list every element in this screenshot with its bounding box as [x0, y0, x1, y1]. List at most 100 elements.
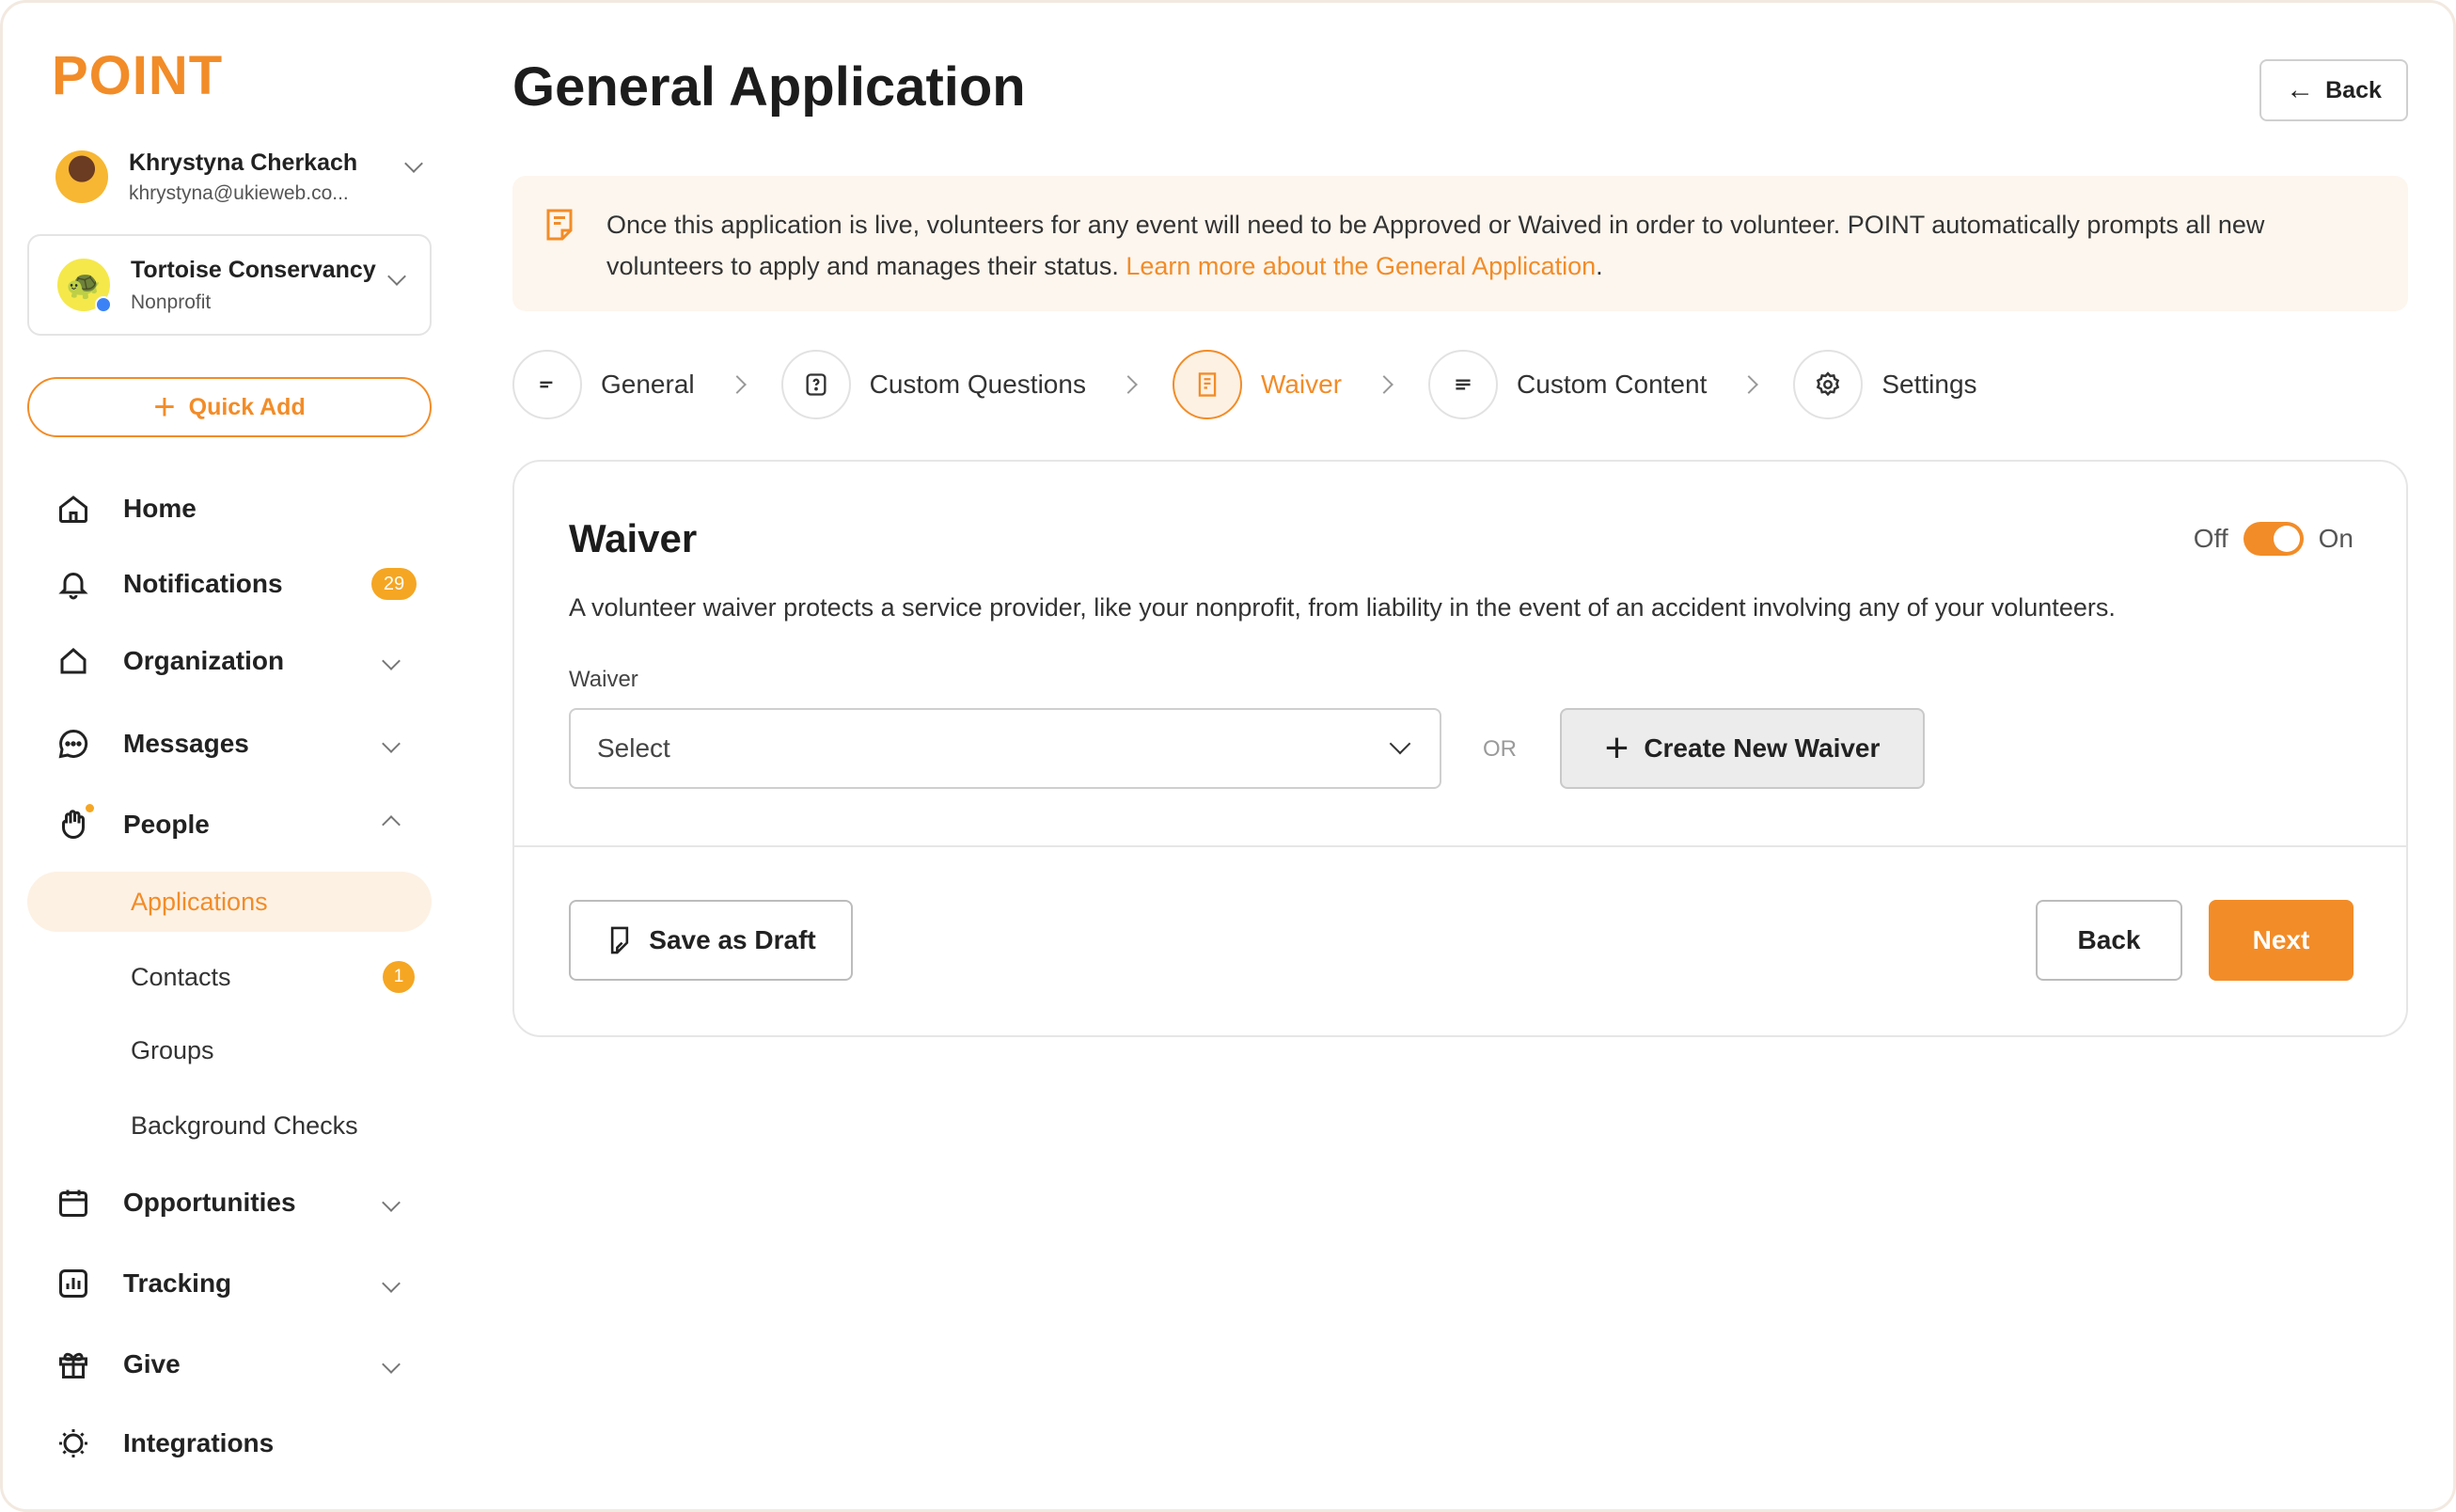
- step-custom-questions[interactable]: Custom Questions: [780, 350, 1086, 419]
- toggle-off-label: Off: [2193, 524, 2228, 553]
- integrations-icon: [55, 1425, 91, 1461]
- create-new-waiver-button[interactable]: + Create New Waiver: [1560, 708, 1925, 789]
- sidebar-item-label: Organization: [123, 646, 285, 675]
- sidebar-item-label: Tracking: [123, 1268, 232, 1298]
- org-name: Tortoise Conservancy: [131, 256, 376, 283]
- contacts-badge: 1: [383, 961, 415, 993]
- sidebar-item-organization[interactable]: Organization: [27, 631, 432, 691]
- sidebar-item-label: Home: [123, 494, 197, 523]
- chevron-down-icon: [382, 1274, 401, 1293]
- save-draft-button[interactable]: Save as Draft: [569, 900, 853, 981]
- gear-icon: [1793, 350, 1864, 419]
- sidebar-item-messages[interactable]: Messages: [27, 714, 432, 774]
- sidebar-item-label: Notifications: [123, 569, 283, 598]
- sidebar-item-tracking[interactable]: Tracking: [27, 1253, 432, 1314]
- quick-add-label: Quick Add: [188, 393, 306, 420]
- sidebar-item-people[interactable]: People: [27, 795, 432, 855]
- chevron-right-icon: [1375, 375, 1393, 394]
- chevron-right-icon: [727, 375, 747, 394]
- learn-more-link[interactable]: Learn more about the General Application: [1126, 252, 1596, 280]
- sidebar-item-label: Messages: [123, 729, 249, 758]
- step-custom-content[interactable]: Custom Content: [1428, 350, 1707, 419]
- chevron-down-icon: [404, 154, 423, 173]
- chevron-right-icon: [1119, 375, 1138, 394]
- notifications-badge: 29: [371, 568, 417, 600]
- lines-icon: [1428, 350, 1499, 419]
- sidebar-item-label: Give: [123, 1349, 181, 1378]
- step-settings[interactable]: Settings: [1793, 350, 1977, 419]
- org-type: Nonprofit: [131, 291, 212, 313]
- divider: [514, 845, 2406, 847]
- back-label: Back: [2325, 76, 2382, 103]
- waiver-card: Waiver Off On A volunteer waiver protect…: [512, 460, 2408, 1037]
- avatar: [55, 150, 108, 203]
- bell-icon: [55, 566, 91, 602]
- sidebar-item-background-checks[interactable]: Background Checks: [27, 1095, 432, 1156]
- calendar-icon: [55, 1185, 91, 1221]
- step-label: Custom Content: [1517, 370, 1708, 399]
- note-icon: [543, 206, 576, 248]
- waiver-toggle[interactable]: [2243, 522, 2304, 556]
- step-waiver[interactable]: Waiver: [1172, 350, 1343, 419]
- sidebar-item-opportunities[interactable]: Opportunities: [27, 1173, 432, 1233]
- verified-icon: [95, 296, 112, 313]
- or-label: OR: [1483, 736, 1517, 762]
- quick-add-button[interactable]: + Quick Add: [27, 377, 432, 437]
- lines-icon: [512, 350, 582, 419]
- header-back-button[interactable]: ← Back: [2259, 59, 2408, 121]
- user-switcher[interactable]: Khrystyna Cherkach khrystyna@ukieweb.co.…: [27, 134, 432, 219]
- banner-text: Once this application is live, volunteer…: [606, 204, 2374, 287]
- sidebar-item-give[interactable]: Give: [27, 1334, 432, 1394]
- plus-icon: +: [153, 386, 176, 428]
- back-button[interactable]: Back: [2036, 900, 2182, 981]
- hand-icon: [55, 807, 91, 843]
- org-logo: 🐢: [57, 259, 112, 313]
- step-label: Waiver: [1260, 370, 1343, 399]
- waiver-select[interactable]: Select: [569, 708, 1441, 789]
- sidebar-item-label: Contacts: [131, 962, 231, 991]
- user-name: Khrystyna Cherkach: [129, 149, 358, 176]
- home-icon: [55, 491, 91, 527]
- card-title: Waiver: [569, 516, 698, 560]
- chevron-down-icon: [387, 267, 406, 286]
- step-label: Custom Questions: [869, 370, 1086, 399]
- chevron-right-icon: [1740, 375, 1759, 394]
- waiver-toggle-group: Off On: [2194, 522, 2354, 556]
- app-window: POINT Khrystyna Cherkach khrystyna@ukiew…: [0, 0, 2456, 1512]
- document-icon: [1172, 350, 1242, 419]
- question-icon: [780, 350, 851, 419]
- step-label: Settings: [1881, 370, 1977, 399]
- create-waiver-label: Create New Waiver: [1644, 733, 1881, 763]
- toggle-knob: [2273, 526, 2300, 552]
- banner-suffix: .: [1596, 252, 1603, 280]
- step-label: General: [601, 370, 695, 399]
- sidebar-item-home[interactable]: Home: [27, 479, 432, 539]
- card-description: A volunteer waiver protects a service pr…: [569, 593, 2116, 622]
- chevron-down-icon: [382, 1355, 401, 1374]
- toggle-on-label: On: [2318, 524, 2354, 553]
- sidebar-item-integrations[interactable]: Integrations: [27, 1413, 432, 1473]
- step-general[interactable]: General: [512, 350, 695, 419]
- sidebar-item-label: Integrations: [123, 1428, 275, 1457]
- stepper: General Custom Questions Waiver Custom C…: [512, 349, 1977, 420]
- sidebar-item-contacts[interactable]: Contacts 1: [27, 947, 432, 1007]
- unread-dot: [86, 804, 94, 812]
- next-button[interactable]: Next: [2209, 900, 2354, 981]
- sidebar-item-label: People: [123, 810, 210, 839]
- sidebar-item-label: Applications: [131, 887, 268, 916]
- sidebar-item-groups[interactable]: Groups: [27, 1020, 432, 1080]
- chat-icon: [55, 726, 91, 762]
- sidebar-item-notifications[interactable]: Notifications 29: [27, 554, 432, 614]
- org-switcher[interactable]: 🐢 Tortoise Conservancy Nonprofit: [27, 234, 432, 336]
- select-placeholder: Select: [597, 733, 670, 763]
- chevron-down-icon: [382, 1193, 401, 1212]
- chart-icon: [55, 1266, 91, 1301]
- gift-icon: [55, 1347, 91, 1382]
- sidebar-item-label: Groups: [131, 1035, 214, 1064]
- chevron-up-icon: [382, 815, 401, 834]
- building-icon: [55, 643, 91, 679]
- sidebar: POINT Khrystyna Cherkach khrystyna@ukiew…: [3, 3, 454, 1509]
- sidebar-item-applications[interactable]: Applications: [27, 872, 432, 932]
- draft-icon: [611, 926, 629, 954]
- point-logo[interactable]: POINT: [52, 44, 223, 107]
